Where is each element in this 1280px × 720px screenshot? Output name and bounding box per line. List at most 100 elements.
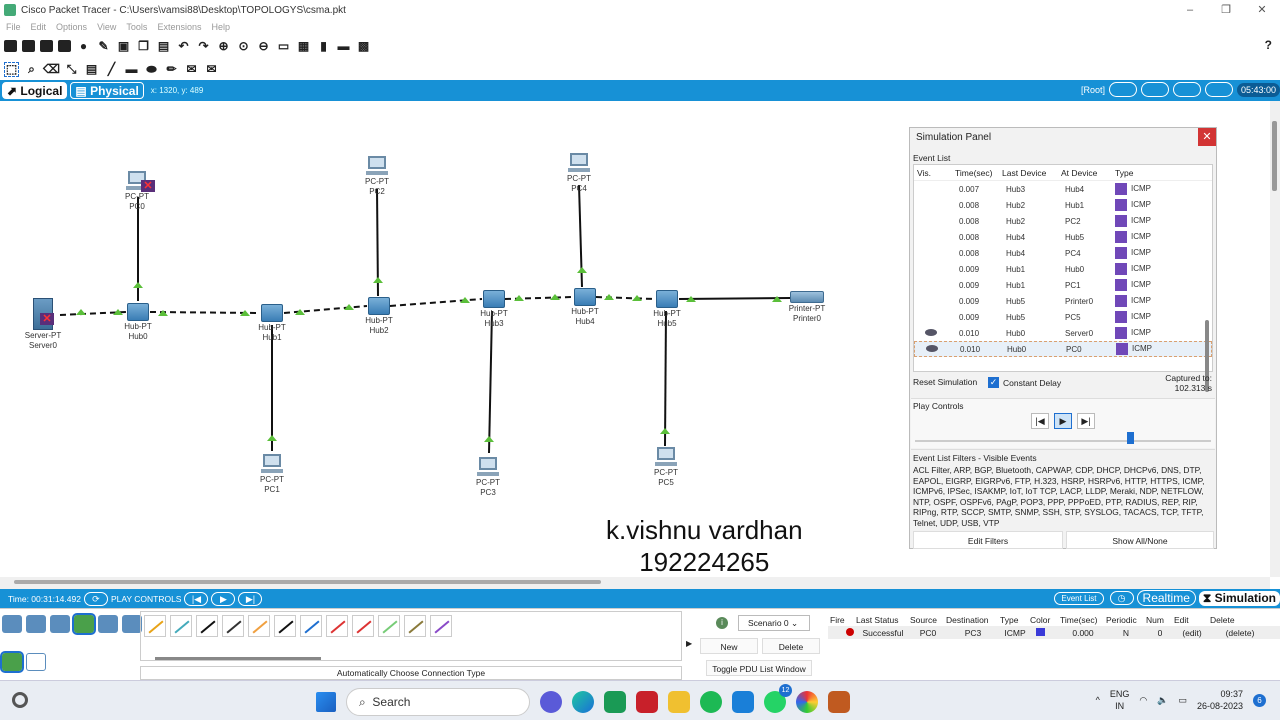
menu-options[interactable]: Options [56, 20, 87, 34]
col-at-device[interactable]: At Device [1061, 168, 1115, 178]
delete-scenario-button[interactable]: Delete [762, 638, 820, 654]
whatsapp-icon[interactable]: 12 [764, 684, 792, 713]
device-hub5[interactable]: Hub-PT Hub5 [637, 290, 697, 329]
root-label[interactable]: [Root] [1081, 85, 1105, 95]
scenario-select[interactable]: Scenario 0 ⌄ [738, 615, 810, 631]
widgets-icon[interactable] [12, 692, 28, 708]
device-pc3[interactable]: PC-PT PC3 [458, 457, 518, 498]
event-row[interactable]: 0.008 Hub4 PC4 ICMP [914, 245, 1212, 261]
network-devices-icon[interactable] [2, 615, 22, 633]
edge-icon[interactable] [572, 691, 594, 713]
multiuser-icon[interactable] [122, 615, 142, 633]
simulation-panel-close-button[interactable]: ✕ [1198, 128, 1216, 146]
event-row[interactable]: 0.009 Hub5 PC5 ICMP [914, 309, 1212, 325]
info-icon[interactable]: ● [76, 39, 91, 54]
eye-icon[interactable] [917, 328, 955, 338]
speed-slider[interactable] [915, 440, 1211, 442]
connections-sub-icon[interactable] [0, 651, 24, 673]
pdu-row[interactable]: Successful PC0 PC3 ICMP 0.000 N 0 (edit)… [828, 626, 1280, 639]
status-back-icon[interactable]: |◀ [184, 591, 209, 606]
event-row[interactable]: 0.009 Hub1 Hub0 ICMP [914, 261, 1212, 277]
taskbar-search[interactable]: ⌕ Search [346, 688, 530, 716]
close-button[interactable]: ✕ [1244, 0, 1280, 20]
eye-icon[interactable] [918, 344, 956, 354]
back-icon[interactable] [1108, 82, 1137, 97]
select-icon[interactable]: ⬚ [4, 61, 19, 77]
resize-icon[interactable]: ⤡ [64, 62, 79, 77]
device-pc2[interactable]: PC-PT PC2 [347, 156, 407, 197]
event-list-toggle[interactable]: Event List [1054, 591, 1104, 605]
collapse-arrow-icon[interactable]: ▶ [686, 639, 692, 648]
status-forward-icon[interactable]: ▶| [238, 591, 263, 606]
straight-through-icon[interactable] [196, 615, 218, 637]
simple-pdu-icon[interactable]: ✉ [184, 62, 199, 77]
device-server0[interactable]: ✕ Server-PT Server0 [13, 298, 73, 351]
volume-icon[interactable]: 🔈 [1157, 695, 1168, 706]
serial-dte-icon[interactable] [352, 615, 374, 637]
freeform-icon[interactable]: ✏ [164, 62, 179, 77]
undo-icon[interactable]: ↶ [176, 39, 191, 54]
col-time[interactable]: Time(sec) [955, 168, 1002, 178]
serial-dce-icon[interactable] [326, 615, 348, 637]
drawing-palette-icon[interactable]: ▭ [276, 39, 291, 54]
tab-physical[interactable]: ▤ Physical [70, 82, 144, 99]
pdu-edit-link[interactable]: (edit) [1174, 628, 1210, 638]
auto-connection-icon[interactable] [144, 615, 166, 637]
tray-overflow-icon[interactable]: ^ [1096, 695, 1100, 705]
mcafee-icon[interactable] [636, 691, 658, 713]
forward-button[interactable]: ▶| [1077, 413, 1095, 429]
maximize-button[interactable]: ❐ [1208, 0, 1244, 20]
teams-icon[interactable] [540, 691, 562, 713]
device-pc5[interactable]: PC-PT PC5 [636, 447, 696, 488]
misc-icon[interactable] [98, 615, 118, 633]
link-hub3-pc3[interactable] [488, 310, 493, 454]
battery-icon[interactable]: ▭ [1178, 695, 1187, 706]
console-cable-icon[interactable] [170, 615, 192, 637]
realtime-mode[interactable]: Realtime [1136, 590, 1196, 606]
complex-pdu-icon[interactable]: ✉ [204, 62, 219, 77]
pdu-icon[interactable]: ▮ [316, 39, 331, 54]
power-cycle-icon[interactable]: ⟳ [83, 591, 108, 606]
col-last-device[interactable]: Last Device [1002, 168, 1061, 178]
reset-simulation-button[interactable]: Reset Simulation [913, 377, 977, 387]
event-row[interactable]: 0.008 Hub2 PC2 ICMP [914, 213, 1212, 229]
link-hub5-pc5[interactable] [664, 310, 667, 447]
speed-slider-thumb[interactable] [1127, 432, 1134, 444]
simulation-mode[interactable]: ⧗ Simulation [1198, 590, 1280, 606]
ellipse-icon[interactable]: ⬬ [144, 62, 159, 77]
menu-view[interactable]: View [97, 20, 116, 34]
background-icon[interactable] [1204, 82, 1233, 97]
constant-delay-checkbox[interactable]: ✓ Constant Delay [988, 377, 1061, 388]
new-file-icon[interactable] [4, 40, 17, 52]
menu-extensions[interactable]: Extensions [157, 20, 201, 34]
status-play-icon[interactable]: ▶ [211, 591, 236, 606]
device-hub4[interactable]: Hub-PT Hub4 [555, 288, 615, 327]
iot-custom-icon[interactable] [404, 615, 426, 637]
fire-indicator-icon[interactable] [828, 627, 856, 638]
realtime-clock-icon[interactable]: ◷ [1109, 591, 1134, 605]
device-printer0[interactable]: Printer-PT Printer0 [777, 291, 837, 324]
device-hub0[interactable]: Hub-PT Hub0 [108, 303, 168, 342]
zoom-in-icon[interactable]: ⊕ [216, 39, 231, 54]
components-icon[interactable] [50, 615, 70, 633]
l-app-icon[interactable] [604, 691, 626, 713]
paste-icon[interactable]: ▤ [156, 39, 171, 54]
custom-device-icon[interactable]: ▦ [296, 39, 311, 54]
device-hub1[interactable]: Hub-PT Hub1 [242, 304, 302, 343]
event-row[interactable]: 0.008 Hub4 Hub5 ICMP [914, 229, 1212, 245]
language-indicator[interactable]: ENG IN [1110, 688, 1130, 712]
device-hub3[interactable]: Hub-PT Hub3 [464, 290, 524, 329]
crossover-icon[interactable] [222, 615, 244, 637]
menu-edit[interactable]: Edit [31, 20, 47, 34]
help-icon[interactable]: ? [1265, 38, 1272, 52]
event-row[interactable]: 0.009 Hub1 PC1 ICMP [914, 277, 1212, 293]
chrome-icon[interactable] [796, 691, 818, 713]
coaxial-icon[interactable] [300, 615, 322, 637]
phone-icon[interactable] [274, 615, 296, 637]
clock[interactable]: 09:37 26-08-2023 [1197, 688, 1243, 712]
notification-badge[interactable]: 6 [1253, 693, 1266, 707]
grid-icon[interactable] [26, 653, 46, 671]
fiber-icon[interactable] [248, 615, 270, 637]
device-pc0[interactable]: ✕ PC-PT PC0 [107, 171, 167, 212]
pdu-delete-link[interactable]: (delete) [1210, 628, 1270, 638]
